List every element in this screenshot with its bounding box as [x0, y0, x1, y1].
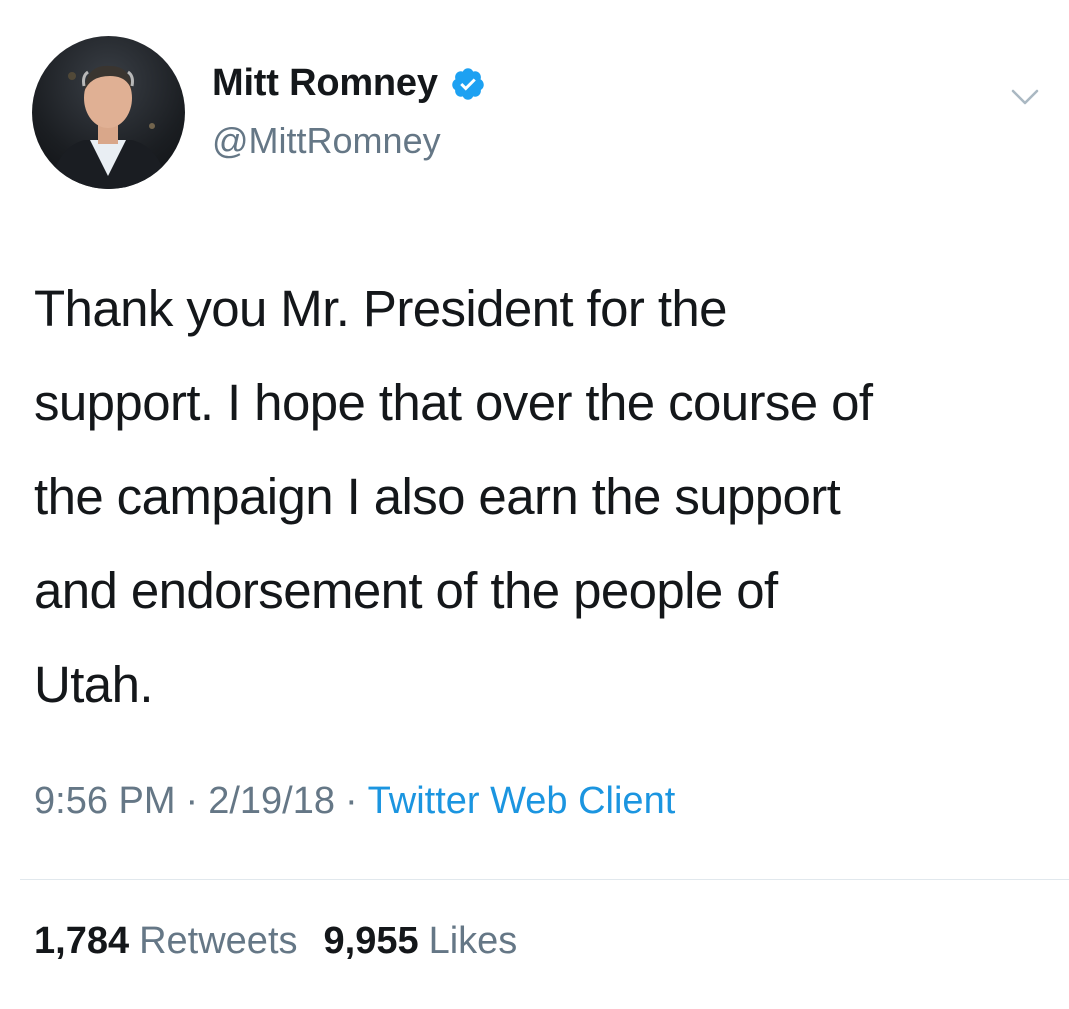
- retweets-count: 1,784: [34, 920, 130, 962]
- likes-stat[interactable]: 9,955 Likes: [324, 920, 518, 963]
- handle[interactable]: @MittRomney: [212, 120, 441, 162]
- chevron-down-icon[interactable]: [1008, 80, 1042, 114]
- divider: [20, 879, 1069, 880]
- retweets-stat[interactable]: 1,784 Retweets: [34, 920, 298, 963]
- retweets-label: Retweets: [139, 920, 298, 962]
- meta-separator: ·: [185, 780, 199, 822]
- tweet-date[interactable]: 2/19/18: [208, 780, 335, 823]
- tweet-text: Thank you Mr. President for the support.…: [34, 280, 873, 713]
- avatar[interactable]: [32, 36, 185, 189]
- tweet-time[interactable]: 9:56 PM: [34, 780, 176, 823]
- likes-label: Likes: [428, 920, 518, 962]
- avatar-image: [50, 65, 168, 189]
- display-name[interactable]: Mitt Romney: [212, 62, 438, 105]
- tweet-meta: 9:56 PM · 2/19/18 · Twitter Web Client: [34, 780, 675, 823]
- tweet-header: Mitt Romney @MittRomney: [32, 36, 1042, 196]
- tweet-stats: 1,784 Retweets 9,955 Likes: [34, 920, 543, 963]
- likes-count: 9,955: [323, 920, 419, 962]
- meta-separator: ·: [344, 780, 358, 822]
- client-link[interactable]: Twitter Web Client: [368, 780, 676, 823]
- name-row: Mitt Romney: [212, 62, 486, 105]
- verified-badge-icon: [450, 66, 486, 102]
